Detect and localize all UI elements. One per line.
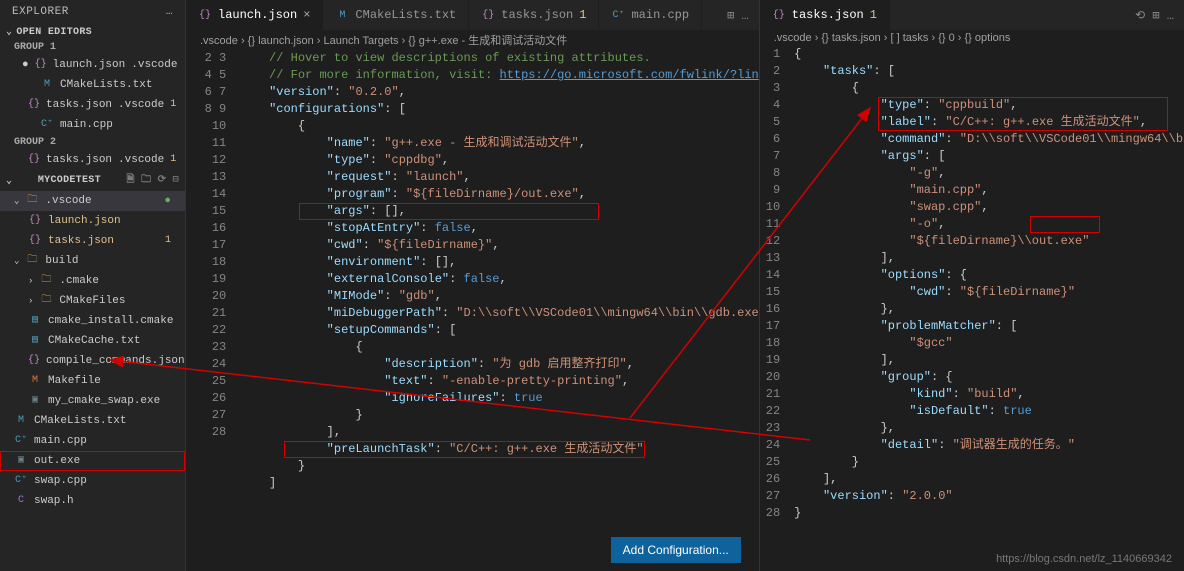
tab-label: tasks.json [501, 8, 573, 22]
folder-cmakefiles[interactable]: ›🗀CMakeFiles [0, 291, 185, 311]
breadcrumb-left[interactable]: .vscode › {} launch.json › Launch Target… [186, 30, 759, 50]
watermark: https://blog.csdn.net/lz_1140669342 [996, 553, 1172, 565]
breadcrumb-right[interactable]: .vscode › {} tasks.json › [ ] tasks › {}… [760, 30, 1184, 46]
file-out-exe[interactable]: ▣out.exe [0, 451, 185, 471]
file-icon: {} [35, 58, 47, 72]
group-2: GROUP 2 [0, 135, 185, 150]
section-project[interactable]: MYCODETEST 🗎 🗀 ⟳ ⊟ [0, 170, 185, 191]
tab-label: CMakeLists.txt [355, 8, 456, 22]
file-icon: {} [772, 8, 786, 22]
file-item[interactable]: ● {} launch.json .vscode [0, 55, 185, 75]
explorer-title: EXPLORER… [0, 0, 185, 24]
code-right[interactable]: 1 2 3 4 5 6 7 8 9 10 11 12 13 14 15 16 1… [760, 46, 1184, 571]
tabs-right: {}tasks.json1⟲ ⊞ … [760, 0, 1184, 30]
tab[interactable]: {}tasks.json1 [469, 0, 599, 30]
folder-vscode[interactable]: ⌄🗀.vscode● [0, 191, 185, 211]
code-left[interactable]: 2 3 4 5 6 7 8 9 10 11 12 13 14 15 16 17 … [186, 50, 759, 571]
file-icon: {} [481, 8, 495, 22]
file-swap-cpp[interactable]: C⁺swap.cpp [0, 471, 185, 491]
file-icon: M [40, 78, 54, 92]
tabs-left: {} launch.json × M CMakeLists.txt {} tasks.jso… [186, 0, 759, 30]
group-1: GROUP 1 [0, 40, 185, 55]
file-name: tasks.json [46, 96, 112, 114]
file-icon: {} [198, 8, 212, 22]
file-makefile[interactable]: MMakefile [0, 371, 185, 391]
editor-right: {}tasks.json1⟲ ⊞ … .vscode › {} tasks.js… [759, 0, 1184, 571]
git-status: ● [164, 192, 177, 210]
file-item[interactable]: M CMakeLists.txt [0, 75, 185, 95]
tab-label: main.cpp [631, 8, 689, 22]
file-name: launch.json [53, 56, 126, 74]
file-launch[interactable]: {}launch.json [0, 211, 185, 231]
warn-badge: 1 [170, 96, 182, 114]
project-toolbar[interactable]: 🗎 🗀 ⟳ ⊟ [126, 172, 179, 189]
file-icon: M [335, 8, 349, 22]
file-name: tasks.json [46, 151, 112, 169]
file-swap-exe[interactable]: ▣my_cmake_swap.exe [0, 391, 185, 411]
file-name: main.cpp [60, 116, 113, 134]
tab-label: launch.json [218, 8, 297, 22]
more-icon[interactable]: … [166, 6, 173, 18]
folder-build[interactable]: ⌄🗀build [0, 251, 185, 271]
tab[interactable]: {} launch.json × [186, 0, 323, 30]
file-icon: C⁺ [611, 8, 625, 22]
add-configuration-button[interactable]: Add Configuration... [611, 537, 741, 563]
file-cmake-install[interactable]: ▤cmake_install.cmake [0, 311, 185, 331]
file-icon: C⁺ [40, 118, 54, 132]
tab-actions-left[interactable]: ⊞ … [717, 0, 759, 30]
tab[interactable]: C⁺ main.cpp [599, 0, 702, 30]
file-icon: {} [28, 153, 40, 167]
editors-area: {} launch.json × M CMakeLists.txt {} tasks.jso… [185, 0, 1184, 571]
editor-left: {} launch.json × M CMakeLists.txt {} tasks.jso… [185, 0, 759, 571]
tab-label: tasks.json [792, 8, 864, 22]
tab[interactable]: M CMakeLists.txt [323, 0, 469, 30]
file-tasks[interactable]: {}tasks.json1 [0, 231, 185, 251]
folder-icon: 🗀 [25, 194, 39, 208]
tab[interactable]: {}tasks.json1 [760, 0, 890, 30]
file-item[interactable]: C⁺ main.cpp [0, 115, 185, 135]
file-main[interactable]: C⁺main.cpp [0, 431, 185, 451]
section-open-editors[interactable]: OPEN EDITORS [0, 24, 185, 40]
file-item[interactable]: {} tasks.json .vscode 1 [0, 150, 185, 170]
file-compile-cmds[interactable]: {}compile_commands.json [0, 351, 185, 371]
folder-cmake[interactable]: ›🗀.cmake [0, 271, 185, 291]
file-swap-h[interactable]: Cswap.h [0, 491, 185, 511]
file-name: CMakeLists.txt [60, 76, 152, 94]
close-icon[interactable]: × [303, 8, 310, 22]
warn-badge: 1 [170, 151, 182, 169]
file-cmake-cache[interactable]: ▤CMakeCache.txt [0, 331, 185, 351]
tab-actions-right[interactable]: ⟲ ⊞ … [1125, 0, 1184, 30]
explorer-sidebar: EXPLORER… OPEN EDITORS GROUP 1 ● {} laun… [0, 0, 185, 571]
file-cmakelists[interactable]: MCMakeLists.txt [0, 411, 185, 431]
file-item[interactable]: {} tasks.json .vscode 1 [0, 95, 185, 115]
file-icon: {} [28, 98, 40, 112]
